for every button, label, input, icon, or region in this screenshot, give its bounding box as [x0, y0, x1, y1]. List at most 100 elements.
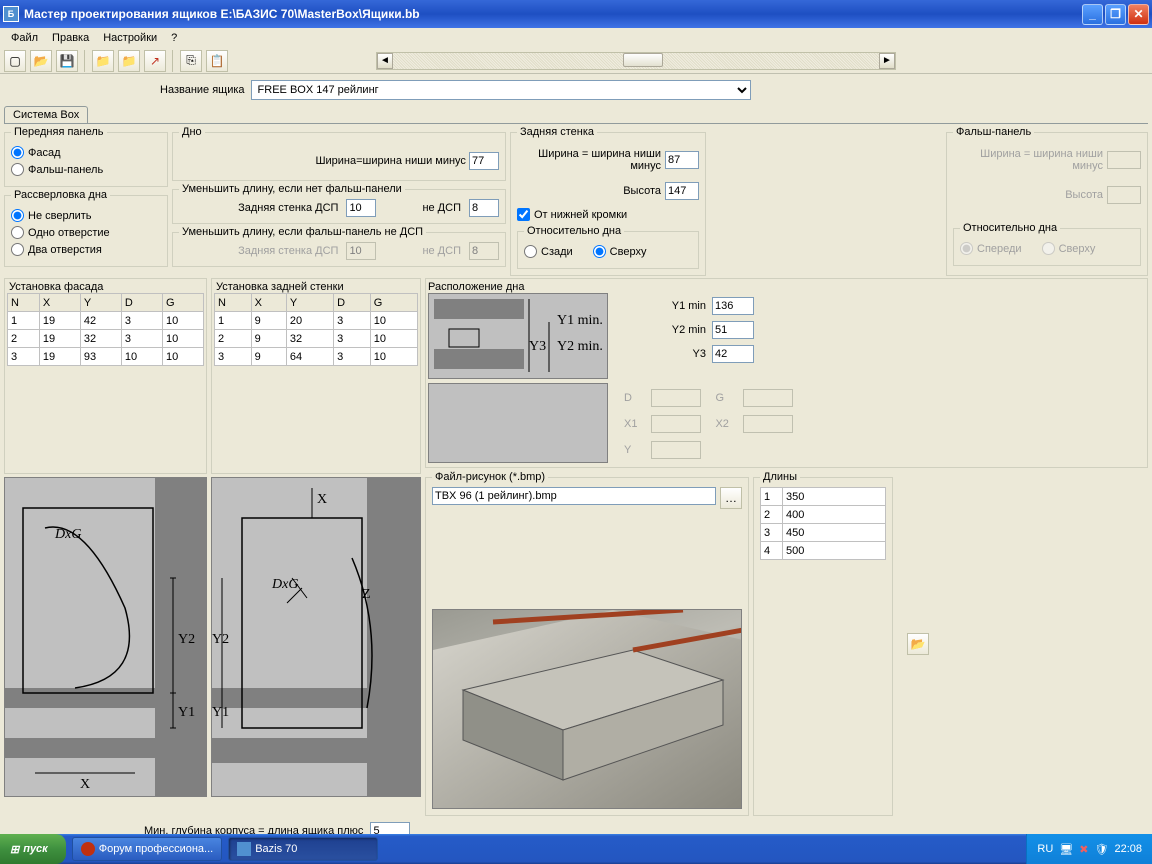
radio-no-drill[interactable]: Не сверлить	[11, 209, 161, 222]
back-wall-group: Задняя стенка Ширина = ширина ниши минус…	[510, 126, 706, 276]
table-row: 3450	[761, 524, 886, 542]
menu-file[interactable]: Файл	[4, 30, 45, 46]
y1min-input[interactable]	[712, 297, 754, 315]
radio-behind[interactable]: Сзади	[524, 245, 573, 258]
minimize-button[interactable]: _	[1082, 4, 1103, 25]
taskbar: ⊞пуск Форум профессиона... Bazis 70 RU 🖥…	[0, 834, 1152, 864]
install-facade-table[interactable]: NXYDG 11942310 21932310 319931010	[7, 293, 204, 366]
table-row: 1920310	[215, 312, 418, 330]
false-relative-group: Относительно дна Спереди Сверху	[953, 222, 1141, 266]
table-row: 11942310	[8, 312, 204, 330]
svg-text:DxG: DxG	[271, 577, 298, 592]
y2min-input[interactable]	[712, 321, 754, 339]
install-back-box: Установка задней стенки NXYDG 1920310 29…	[211, 278, 421, 474]
svg-text:Y1 min.: Y1 min.	[557, 313, 603, 328]
menu-help[interactable]: ?	[164, 30, 184, 46]
x1-input	[651, 415, 701, 433]
menu-settings[interactable]: Настройки	[96, 30, 164, 46]
lengths-table[interactable]: 1350 2400 3450 4500	[760, 487, 886, 560]
back-height-input[interactable]	[665, 182, 699, 200]
radio-facade[interactable]: Фасад	[11, 146, 161, 159]
svg-text:DxG: DxG	[54, 527, 81, 542]
file-browse-button[interactable]: …	[720, 487, 742, 509]
table-row: 4500	[761, 542, 886, 560]
window-title: Мастер проектирования ящиков E:\БАЗИС 70…	[24, 7, 1082, 21]
box-name-select[interactable]: FREE BOX 147 рейлинг	[251, 80, 751, 100]
maximize-button[interactable]: ❐	[1105, 4, 1126, 25]
back-width-input[interactable]	[665, 151, 699, 169]
svg-text:Y2: Y2	[212, 632, 229, 647]
tool-open[interactable]: 📂	[30, 50, 52, 72]
reduce-false-notdsp-group: Уменьшить длину, если фальш-панель не ДС…	[172, 226, 506, 267]
bottom-group: Дно Ширина=ширина ниши минус	[172, 126, 506, 181]
tool-box1[interactable]: 📁	[92, 50, 114, 72]
back-dsp-input-2	[346, 242, 376, 260]
false-width-input	[1107, 151, 1141, 169]
install-back-table[interactable]: NXYDG 1920310 2932310 3964310	[214, 293, 418, 366]
svg-text:Y1: Y1	[178, 705, 195, 720]
raspol-diagram: Y1 min. Y2 min. Y3	[428, 293, 608, 379]
tool-save[interactable]: 💾	[56, 50, 78, 72]
radio-two-holes[interactable]: Два отверстия	[11, 243, 161, 256]
bottom-width-input[interactable]	[469, 152, 499, 170]
titlebar: Б Мастер проектирования ящиков E:\БАЗИС …	[0, 0, 1152, 28]
d-input	[651, 389, 701, 407]
lang-indicator[interactable]: RU	[1037, 843, 1053, 855]
menu-edit[interactable]: Правка	[45, 30, 96, 46]
x2-input	[743, 415, 793, 433]
tool-copy[interactable]: ⎘	[180, 50, 202, 72]
start-button[interactable]: ⊞пуск	[0, 834, 66, 864]
tray-icon[interactable]: 🛡	[1095, 843, 1109, 856]
y-input	[651, 441, 701, 459]
radio-one-hole[interactable]: Одно отверстие	[11, 226, 161, 239]
file-pic-group: Файл-рисунок (*.bmp) …	[425, 471, 749, 816]
lengths-group: Длины 1350 2400 3450 4500	[753, 471, 893, 816]
back-dsp-input[interactable]	[346, 199, 376, 217]
tool-paste[interactable]: 📋	[206, 50, 228, 72]
raspol-diagram-2	[428, 383, 608, 463]
radio-false-panel[interactable]: Фальш-панель	[11, 163, 161, 176]
box-name-label: Название ящика	[160, 84, 245, 96]
not-dsp-input-2	[469, 242, 499, 260]
lengths-folder-button[interactable]: 📂	[907, 633, 929, 655]
svg-text:Y3: Y3	[529, 339, 546, 354]
svg-text:Y2 min.: Y2 min.	[557, 339, 603, 354]
drawer-preview	[432, 609, 742, 809]
from-edge-checkbox[interactable]: От нижней кромки	[517, 208, 699, 221]
task-item-forum[interactable]: Форум профессиона...	[72, 837, 222, 861]
back-diagram: X DxG Z Y2 Y1	[211, 477, 421, 797]
clock[interactable]: 22:08	[1114, 843, 1142, 855]
tray-icon[interactable]: 🖥	[1059, 843, 1073, 856]
facade-diagram: DxG Y2 Y1 X	[4, 477, 207, 797]
g-input	[743, 389, 793, 407]
tray-icon[interactable]: ✖	[1079, 843, 1088, 856]
scroll-right[interactable]: ►	[879, 53, 895, 69]
menubar: Файл Правка Настройки ?	[0, 28, 1152, 48]
tool-new[interactable]: ▢	[4, 50, 26, 72]
reduce-nofalse-group: Уменьшить длину, если нет фальш-панели З…	[172, 183, 506, 224]
raspol-box: Расположение дна Y1 min. Y2 min. Y3 Y1 m…	[425, 278, 1148, 468]
false-height-input	[1107, 186, 1141, 204]
table-row: 2400	[761, 506, 886, 524]
system-tray[interactable]: RU 🖥 ✖ 🛡 22:08	[1026, 834, 1152, 864]
app-icon: Б	[3, 6, 19, 22]
table-row: 319931010	[8, 348, 204, 366]
scroll-left[interactable]: ◄	[377, 53, 393, 69]
task-item-bazis[interactable]: Bazis 70	[228, 837, 378, 861]
tab-system-box[interactable]: Система Box	[4, 106, 88, 123]
tool-box2[interactable]: 📁	[118, 50, 140, 72]
radio-front: Спереди	[960, 242, 1022, 255]
svg-text:Z: Z	[362, 587, 371, 602]
radio-top-2: Сверху	[1042, 242, 1096, 255]
y3-input[interactable]	[712, 345, 754, 363]
false-panel-group: Фальш-панель Ширина = ширина ниши минус …	[946, 126, 1148, 276]
table-row: 2932310	[215, 330, 418, 348]
toolbar-scrollbar[interactable]: ◄ ►	[376, 52, 896, 70]
not-dsp-input[interactable]	[469, 199, 499, 217]
file-pic-input[interactable]	[432, 487, 716, 505]
close-button[interactable]: ✕	[1128, 4, 1149, 25]
front-panel-group: Передняя панель Фасад Фальш-панель	[4, 126, 168, 187]
table-row: 1350	[761, 488, 886, 506]
tool-export[interactable]: ↗	[144, 50, 166, 72]
radio-top[interactable]: Сверху	[593, 245, 647, 258]
